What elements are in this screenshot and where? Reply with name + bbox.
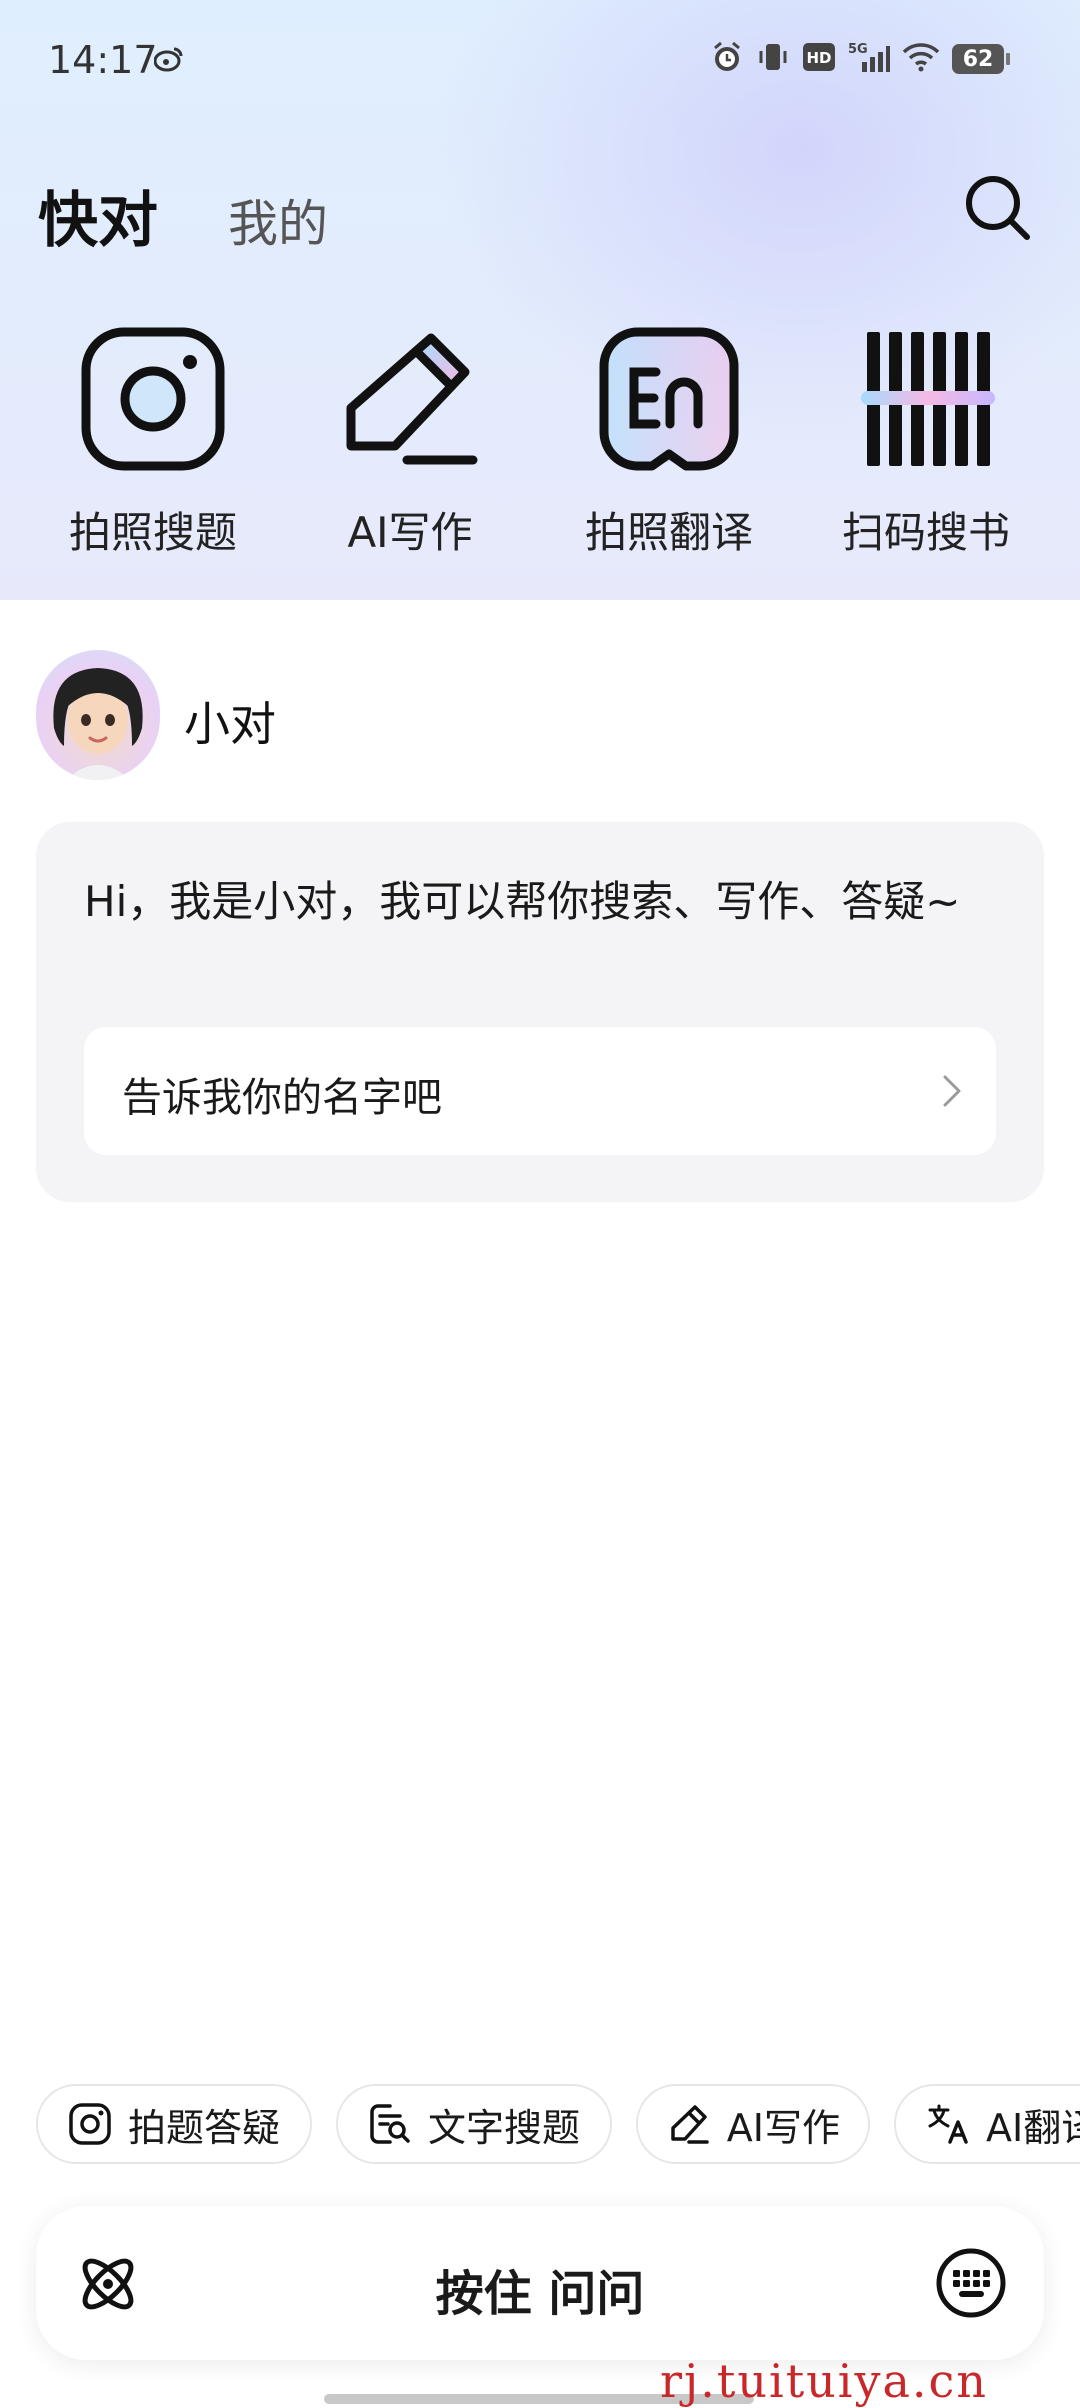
quick-action-ai-writing[interactable]: AI写作 <box>300 320 520 560</box>
bot-header: 小对 <box>36 650 636 780</box>
hold-to-talk-button[interactable]: 按住 问问 <box>36 2254 1044 2324</box>
search-icon <box>966 176 1030 240</box>
text-search-icon <box>366 2100 414 2148</box>
signal-5g-icon: 5G <box>848 40 890 78</box>
quick-action-label: 拍照翻译 <box>584 508 753 557</box>
pencil-icon <box>330 320 490 477</box>
status-bar: 14:17 HD 5G 62 <box>0 0 1080 120</box>
suggestion-button[interactable]: 告诉我你的名字吧 <box>84 1027 996 1155</box>
chip-label: 文字搜题 <box>428 2105 581 2150</box>
quick-action-photo-translate[interactable]: 拍照翻译 <box>559 320 779 560</box>
battery-icon: 62 <box>952 44 1010 74</box>
bot-name: 小对 <box>184 697 276 751</box>
chip-text-search[interactable]: 文字搜题 <box>336 2084 612 2164</box>
tab-mine[interactable]: 我的 <box>228 184 328 256</box>
pencil-icon <box>666 2100 713 2148</box>
quick-action-label: 扫码搜书 <box>841 508 1010 557</box>
input-bar: 按住 问问 <box>36 2206 1044 2360</box>
barcode-icon <box>846 320 1006 477</box>
avatar[interactable] <box>36 650 160 780</box>
camera-icon <box>73 320 233 477</box>
quick-action-label: AI写作 <box>347 508 473 557</box>
status-icons: HD 5G 62 <box>710 40 1010 78</box>
weibo-icon <box>153 46 184 76</box>
chip-photo-answer[interactable]: 拍题答疑 <box>36 2084 312 2164</box>
search-button[interactable] <box>958 168 1038 248</box>
translate-icon <box>924 2100 972 2148</box>
svg-text:5G: 5G <box>848 42 868 57</box>
camera-icon <box>66 2100 114 2148</box>
keyboard-icon[interactable] <box>934 2246 1008 2320</box>
chat-bubble: Hi，我是小对，我可以帮你搜索、写作、答疑~ 告诉我你的名字吧 <box>36 822 1044 1202</box>
quick-action-label: 拍照搜题 <box>68 508 237 557</box>
chip-label: 拍题答疑 <box>128 2105 281 2150</box>
bot-greeting: Hi，我是小对，我可以帮你搜索、写作、答疑~ <box>84 877 961 926</box>
feature-chips: 拍题答疑 文字搜题 AI写作 AI翻译 <box>36 2084 1080 2170</box>
top-nav: 快对 我的 <box>0 160 1080 270</box>
quick-action-photo-search[interactable]: 拍照搜题 <box>43 320 263 560</box>
chevron-right-icon <box>940 1073 964 1113</box>
alarm-icon <box>710 40 744 78</box>
vibrate-icon <box>756 40 790 78</box>
wifi-icon <box>902 42 940 76</box>
svg-text:HD: HD <box>806 49 831 67</box>
suggestion-label: 告诉我你的名字吧 <box>122 1075 442 1121</box>
quick-action-scan-book[interactable]: 扫码搜书 <box>816 320 1036 560</box>
battery-level: 62 <box>952 44 1004 74</box>
translate-en-icon <box>589 320 749 477</box>
tab-kuaidui[interactable]: 快对 <box>38 172 158 259</box>
watermark: rj.tuituiya.cn <box>660 2354 988 2408</box>
status-time: 14:17 <box>48 38 158 82</box>
quick-actions: 拍照搜题 AI写作 拍照翻译 扫码搜书 <box>0 320 1080 560</box>
chip-label: AI翻译 <box>986 2105 1080 2150</box>
chip-ai-translate[interactable]: AI翻译 <box>894 2084 1080 2164</box>
chip-ai-writing[interactable]: AI写作 <box>636 2084 870 2164</box>
hd-icon: HD <box>802 42 836 76</box>
chip-label: AI写作 <box>726 2105 840 2150</box>
